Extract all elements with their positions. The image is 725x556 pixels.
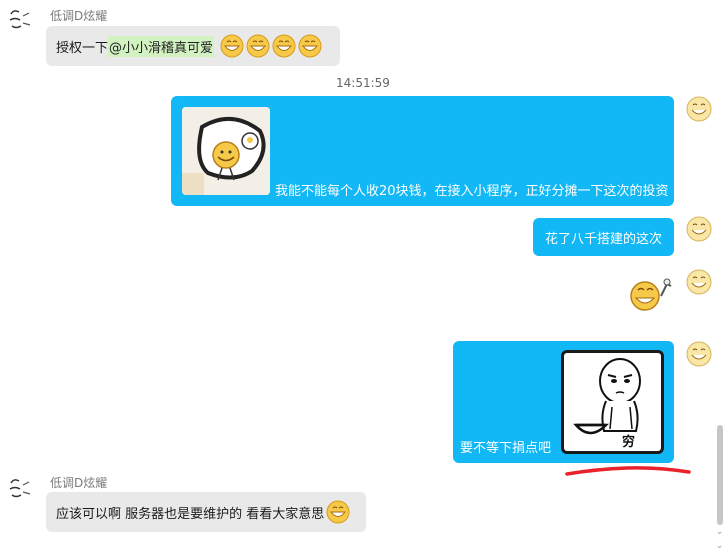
scroll-down-icon[interactable]: ⌄	[715, 542, 724, 551]
message-text: 花了八千搭建的这次	[544, 231, 662, 247]
self-avatar[interactable]	[685, 95, 713, 123]
red-annotation-underline	[565, 466, 691, 476]
self-avatar[interactable]	[685, 215, 713, 243]
message-bubble[interactable]: 要不等下捐点吧 穷	[453, 341, 674, 463]
message-text: 我能不能每个人收20块钱，在接入小程序，正好分摊一下这次的投资	[275, 184, 669, 199]
message-bubble[interactable]: 应该可以啊 服务器也是要维护的 看看大家意思	[46, 492, 366, 532]
message-text: 应该可以啊 服务器也是要维护的 看看大家意思	[56, 506, 325, 522]
sender-name[interactable]: 低调D炫耀	[50, 7, 107, 24]
scroll-down-icon[interactable]: ⌄	[715, 528, 724, 537]
sticker-image[interactable]	[182, 107, 270, 195]
self-avatar[interactable]	[685, 340, 713, 368]
sender-avatar[interactable]	[6, 6, 34, 34]
grin-emoji-icon	[298, 34, 322, 58]
sender-name[interactable]: 低调D炫耀	[50, 474, 107, 491]
sticker-caption: 穷	[622, 435, 636, 450]
mention-tag[interactable]: @小小滑稽真可爱	[108, 35, 215, 57]
message-bubble[interactable]: 授权一下 @小小滑稽真可爱	[46, 26, 340, 66]
message-text: 授权一下	[56, 40, 109, 56]
grin-emoji-icon	[220, 34, 244, 58]
message-timestamp: 14:51:59	[336, 76, 390, 90]
message-bubble[interactable]: 花了八千搭建的这次	[533, 218, 674, 256]
sticker-image[interactable]: 穷	[561, 350, 664, 454]
sticker-image[interactable]	[625, 268, 675, 318]
message-text: 要不等下捐点吧	[460, 441, 552, 456]
message-bubble[interactable]: 我能不能每个人收20块钱，在接入小程序，正好分摊一下这次的投资	[171, 96, 674, 206]
grin-emoji-icon	[326, 500, 350, 524]
grin-emoji-icon	[246, 34, 270, 58]
sender-avatar[interactable]	[6, 475, 34, 503]
grin-emoji-icon	[272, 34, 296, 58]
self-avatar[interactable]	[685, 268, 713, 296]
scrollbar-thumb[interactable]	[717, 425, 723, 525]
